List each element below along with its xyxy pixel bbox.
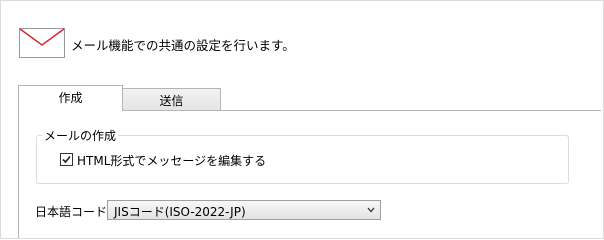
tab-send[interactable]: 送信 <box>123 88 221 111</box>
chevron-down-icon <box>367 207 375 213</box>
compose-group-title: メールの作成 <box>42 127 119 144</box>
checkmark-icon <box>62 155 71 164</box>
header-description: メール機能での共通の設定を行います。 <box>71 38 295 53</box>
tab-compose[interactable]: 作成 <box>18 85 123 111</box>
encoding-label: 日本語コード <box>35 205 108 219</box>
html-format-checkbox[interactable] <box>60 153 73 166</box>
html-format-label[interactable]: HTML形式でメッセージを編集する <box>77 152 266 169</box>
envelope-icon <box>19 28 65 58</box>
tab-compose-label: 作成 <box>58 91 83 105</box>
tab-send-label: 送信 <box>159 93 184 108</box>
encoding-select-value: JISコード(ISO-2022-JP) <box>114 205 246 219</box>
encoding-select[interactable]: JISコード(ISO-2022-JP) <box>107 200 381 220</box>
